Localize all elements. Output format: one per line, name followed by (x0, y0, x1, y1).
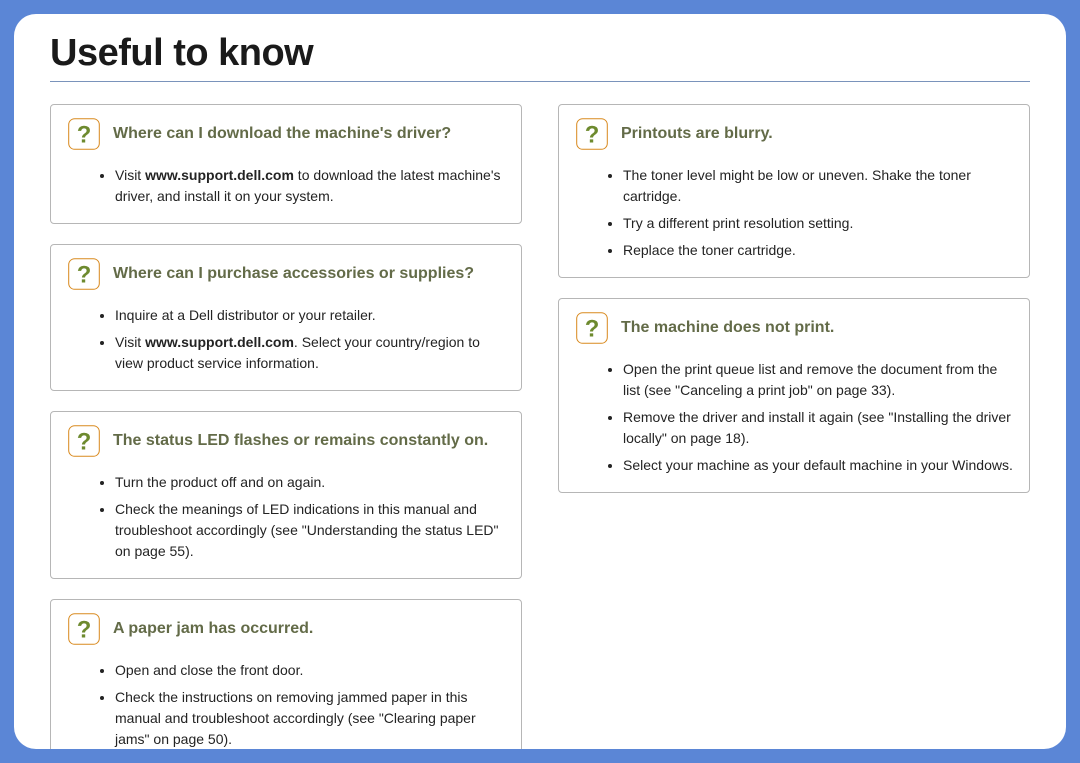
faq-header: The machine does not print. (575, 311, 1013, 345)
faq-heading: Where can I download the machine's drive… (113, 125, 451, 143)
faq-list: Turn the product off and on again. Check… (67, 472, 505, 562)
title-divider (50, 81, 1030, 82)
question-icon (67, 612, 101, 646)
question-icon (575, 311, 609, 345)
faq-item: Check the instructions on removing jamme… (115, 687, 505, 749)
faq-heading: The status LED flashes or remains consta… (113, 432, 488, 450)
faq-item: Check the meanings of LED indications in… (115, 499, 505, 562)
faq-item: Visit www.support.dell.com to download t… (115, 165, 505, 207)
left-column: Where can I download the machine's drive… (50, 104, 522, 749)
faq-item: Try a different print resolution setting… (623, 213, 1013, 234)
faq-list: The toner level might be low or uneven. … (575, 165, 1013, 261)
page-title: Useful to know (50, 32, 1030, 75)
faq-item: The toner level might be low or uneven. … (623, 165, 1013, 207)
faq-item: Inquire at a Dell distributor or your re… (115, 305, 505, 326)
content-columns: Where can I download the machine's drive… (50, 104, 1030, 749)
faq-header: Printouts are blurry. (575, 117, 1013, 151)
faq-card-paper-jam: A paper jam has occurred. Open and close… (50, 599, 522, 749)
right-column: Printouts are blurry. The toner level mi… (558, 104, 1030, 749)
faq-card-does-not-print: The machine does not print. Open the pri… (558, 298, 1030, 493)
faq-list: Inquire at a Dell distributor or your re… (67, 305, 505, 374)
faq-list: Open the print queue list and remove the… (575, 359, 1013, 476)
faq-item: Remove the driver and install it again (… (623, 407, 1013, 449)
faq-list: Open and close the front door. Check the… (67, 660, 505, 749)
question-icon (67, 424, 101, 458)
faq-header: Where can I purchase accessories or supp… (67, 257, 505, 291)
faq-card-accessories: Where can I purchase accessories or supp… (50, 244, 522, 391)
faq-heading: A paper jam has occurred. (113, 620, 313, 638)
faq-header: Where can I download the machine's drive… (67, 117, 505, 151)
faq-card-driver-download: Where can I download the machine's drive… (50, 104, 522, 224)
faq-list: Visit www.support.dell.com to download t… (67, 165, 505, 207)
faq-heading: The machine does not print. (621, 319, 834, 337)
faq-item: Open the print queue list and remove the… (623, 359, 1013, 401)
document-page: Useful to know Where can I download the … (14, 14, 1066, 749)
faq-item: Turn the product off and on again. (115, 472, 505, 493)
faq-heading: Where can I purchase accessories or supp… (113, 265, 474, 283)
faq-item: Visit www.support.dell.com. Select your … (115, 332, 505, 374)
faq-card-blurry: Printouts are blurry. The toner level mi… (558, 104, 1030, 278)
faq-item: Open and close the front door. (115, 660, 505, 681)
faq-item: Replace the toner cartridge. (623, 240, 1013, 261)
faq-heading: Printouts are blurry. (621, 125, 773, 143)
question-icon (67, 257, 101, 291)
question-icon (67, 117, 101, 151)
faq-header: A paper jam has occurred. (67, 612, 505, 646)
faq-card-status-led: The status LED flashes or remains consta… (50, 411, 522, 579)
faq-item: Select your machine as your default mach… (623, 455, 1013, 476)
faq-header: The status LED flashes or remains consta… (67, 424, 505, 458)
question-icon (575, 117, 609, 151)
